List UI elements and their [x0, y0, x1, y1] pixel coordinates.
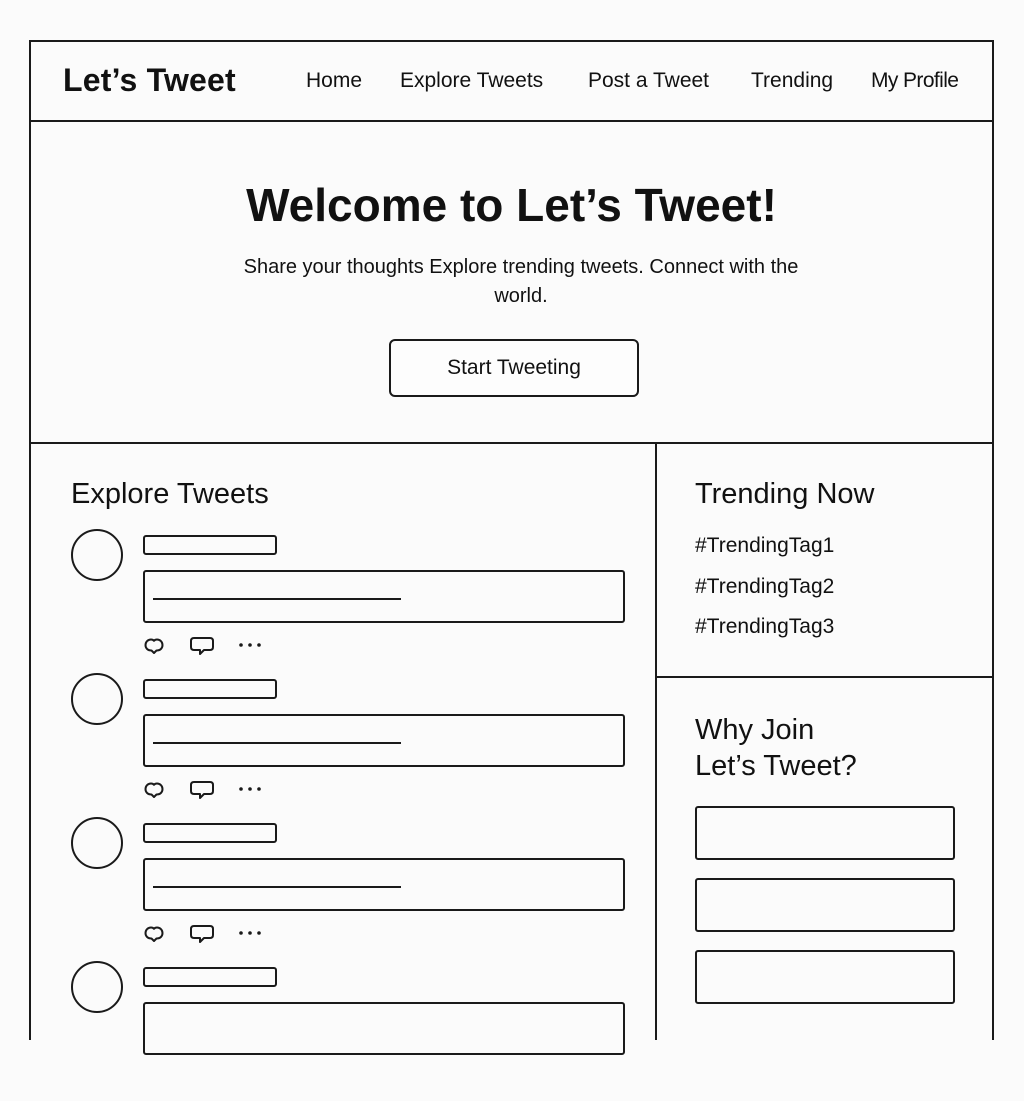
- trending-tag-2[interactable]: #TrendingTag2: [695, 575, 834, 599]
- text-line-placeholder: [153, 886, 401, 888]
- tweet-author-placeholder: [143, 967, 277, 987]
- tweet-author-placeholder: [143, 535, 277, 555]
- top-navbar: Let’s Tweet Home Explore Tweets Post a T…: [31, 42, 992, 122]
- nav-home[interactable]: Home: [306, 69, 362, 93]
- nav-my-profile[interactable]: My Profile: [871, 69, 959, 93]
- tweet-item: [71, 529, 631, 669]
- sidebar: Trending Now #TrendingTag1 #TrendingTag2…: [657, 444, 992, 1040]
- avatar[interactable]: [71, 529, 123, 581]
- explore-tweets-panel: Explore Tweets: [31, 444, 657, 1055]
- hero-section: Welcome to Let’s Tweet! Share your thoug…: [31, 122, 992, 444]
- comment-icon[interactable]: [189, 635, 215, 662]
- avatar[interactable]: [71, 673, 123, 725]
- why-join-title-line2: Let’s Tweet?: [695, 750, 857, 782]
- trending-tag-3[interactable]: #TrendingTag3: [695, 615, 834, 639]
- nav-post-a-tweet[interactable]: Post a Tweet: [588, 69, 709, 93]
- page-frame: Let’s Tweet Home Explore Tweets Post a T…: [29, 40, 994, 1055]
- tweet-body-placeholder[interactable]: [143, 714, 625, 767]
- more-icon[interactable]: [237, 779, 263, 806]
- site-logo[interactable]: Let’s Tweet: [63, 62, 236, 99]
- tweet-body-placeholder[interactable]: [143, 1002, 625, 1055]
- start-tweeting-button[interactable]: Start Tweeting: [389, 339, 639, 397]
- more-icon[interactable]: [237, 923, 263, 950]
- comment-icon[interactable]: [189, 923, 215, 950]
- feature-card-placeholder: [695, 806, 955, 860]
- tweet-body-placeholder[interactable]: [143, 858, 625, 911]
- text-line-placeholder: [153, 598, 401, 600]
- more-icon[interactable]: [237, 635, 263, 662]
- nav-trending[interactable]: Trending: [751, 69, 833, 93]
- why-join-title: Why Join Let’s Tweet?: [695, 712, 857, 784]
- nav-explore-tweets[interactable]: Explore Tweets: [400, 69, 543, 93]
- avatar[interactable]: [71, 961, 123, 1013]
- feature-card-placeholder: [695, 950, 955, 1004]
- hero-subtitle: Share your thoughts Explore trending twe…: [243, 256, 799, 307]
- hero-title: Welcome to Let’s Tweet!: [246, 179, 777, 231]
- explore-tweets-title: Explore Tweets: [71, 478, 269, 510]
- like-icon[interactable]: [143, 923, 165, 950]
- tweet-item: [71, 817, 631, 957]
- comment-icon[interactable]: [189, 779, 215, 806]
- text-line-placeholder: [153, 742, 401, 744]
- trending-now-panel: Trending Now #TrendingTag1 #TrendingTag2…: [657, 444, 992, 678]
- feature-card-placeholder: [695, 878, 955, 932]
- content-area: Explore Tweets Trending Now #TrendingTag…: [31, 444, 992, 1055]
- like-icon[interactable]: [143, 779, 165, 806]
- avatar[interactable]: [71, 817, 123, 869]
- trending-now-title: Trending Now: [695, 478, 875, 510]
- tweet-author-placeholder: [143, 679, 277, 699]
- tweet-body-placeholder[interactable]: [143, 570, 625, 623]
- like-icon[interactable]: [143, 635, 165, 662]
- tweet-item: [71, 673, 631, 813]
- tweet-item: [71, 961, 631, 1101]
- trending-tag-1[interactable]: #TrendingTag1: [695, 534, 834, 558]
- tweet-author-placeholder: [143, 823, 277, 843]
- why-join-title-line1: Why Join: [695, 714, 815, 746]
